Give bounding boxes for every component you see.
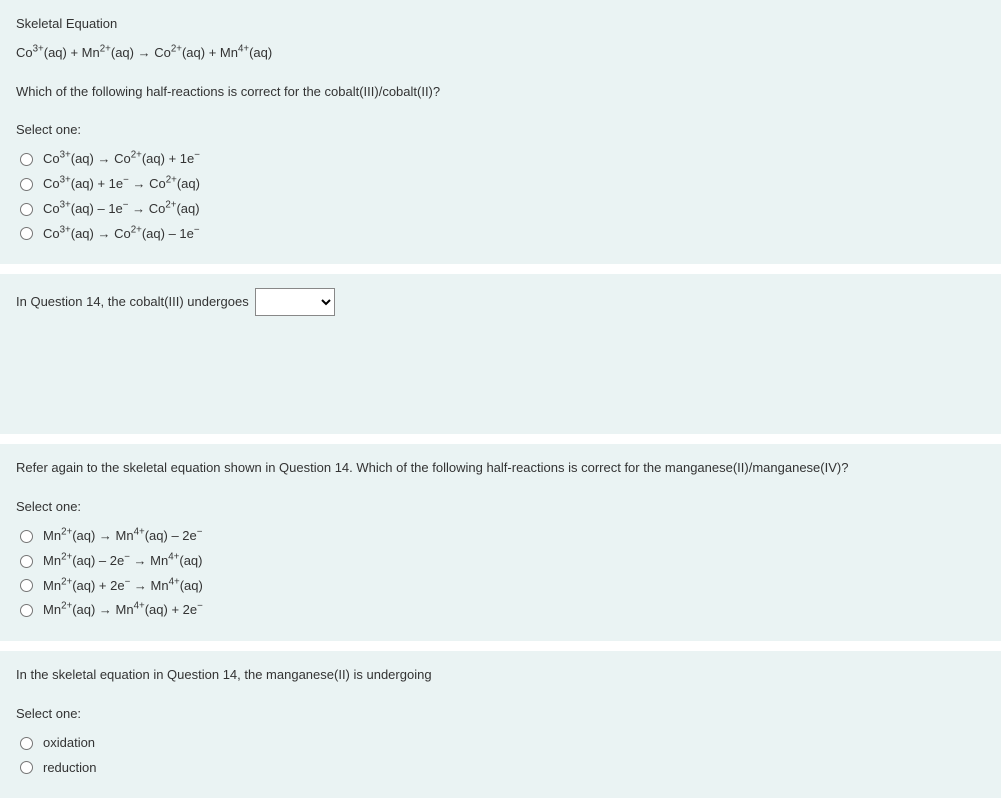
q3-option-row: Mn2+(aq) – 2e− → Mn4+(aq) — [16, 549, 985, 574]
q4-prompt: In the skeletal equation in Question 14,… — [16, 665, 985, 686]
q1-radio-3[interactable] — [20, 203, 33, 216]
q3-prompt: Refer again to the skeletal equation sho… — [16, 458, 985, 479]
q2-inline-row: In Question 14, the cobalt(III) undergoe… — [16, 288, 985, 316]
q1-radio-2[interactable] — [20, 178, 33, 191]
q4-select-label: Select one: — [16, 704, 985, 725]
q1-option-label: Co3+(aq) + 1e− → Co2+(aq) — [43, 174, 200, 195]
q4-option-row: reduction — [16, 756, 985, 781]
q1-option-row: Co3+(aq) – 1e− → Co2+(aq) — [16, 197, 985, 222]
q1-option-row: Co3+(aq) + 1e− → Co2+(aq) — [16, 172, 985, 197]
q1-option-row: Co3+(aq) → Co2+(aq) + 1e− — [16, 147, 985, 172]
q1-option-label: Co3+(aq) → Co2+(aq) – 1e− — [43, 224, 200, 245]
q4-radio-2[interactable] — [20, 761, 33, 774]
q3-option-label: Mn2+(aq) – 2e− → Mn4+(aq) — [43, 551, 202, 572]
q3-option-label: Mn2+(aq) + 2e− → Mn4+(aq) — [43, 576, 203, 597]
q3-option-row: Mn2+(aq) → Mn4+(aq) – 2e− — [16, 524, 985, 549]
q4-radio-1[interactable] — [20, 737, 33, 750]
q3-radio-3[interactable] — [20, 579, 33, 592]
q3-radio-1[interactable] — [20, 530, 33, 543]
q3-radio-2[interactable] — [20, 555, 33, 568]
q3-option-row: Mn2+(aq) → Mn4+(aq) + 2e− — [16, 598, 985, 623]
q4-option-label: reduction — [43, 758, 96, 779]
skeletal-equation-header: Skeletal Equation — [16, 14, 985, 35]
q1-option-label: Co3+(aq) → Co2+(aq) + 1e− — [43, 149, 200, 170]
q3-option-label: Mn2+(aq) → Mn4+(aq) – 2e− — [43, 526, 202, 547]
q1-option-label: Co3+(aq) – 1e− → Co2+(aq) — [43, 199, 200, 220]
q4-option-row: oxidation — [16, 731, 985, 756]
q1-select-label: Select one: — [16, 120, 985, 141]
q3-option-label: Mn2+(aq) → Mn4+(aq) + 2e− — [43, 600, 203, 621]
skeletal-equation-text: Co3+(aq) + Mn2+(aq) → Co2+(aq) + Mn4+(aq… — [16, 43, 985, 64]
q2-dropdown[interactable] — [255, 288, 335, 316]
q1-option-row: Co3+(aq) → Co2+(aq) – 1e− — [16, 222, 985, 247]
q1-radio-1[interactable] — [20, 153, 33, 166]
question-4-block: In the skeletal equation in Question 14,… — [0, 651, 1001, 798]
q3-option-row: Mn2+(aq) + 2e− → Mn4+(aq) — [16, 574, 985, 599]
q2-prompt-prefix: In Question 14, the cobalt(III) undergoe… — [16, 292, 249, 313]
question-3-block: Refer again to the skeletal equation sho… — [0, 444, 1001, 641]
q3-radio-4[interactable] — [20, 604, 33, 617]
q4-option-label: oxidation — [43, 733, 95, 754]
q1-radio-4[interactable] — [20, 227, 33, 240]
question-1-block: Skeletal Equation Co3+(aq) + Mn2+(aq) → … — [0, 0, 1001, 264]
q1-prompt: Which of the following half-reactions is… — [16, 82, 985, 103]
question-2-block: In Question 14, the cobalt(III) undergoe… — [0, 274, 1001, 434]
q3-select-label: Select one: — [16, 497, 985, 518]
